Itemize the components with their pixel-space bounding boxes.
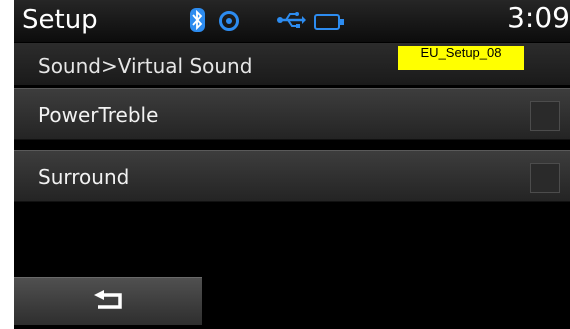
menu-item-surround[interactable]: Surround (14, 150, 570, 202)
menu-item-label: PowerTreble (38, 103, 159, 127)
powertreble-checkbox[interactable] (530, 101, 560, 131)
back-arrow-icon (92, 290, 126, 312)
bluetooth-icon (190, 8, 205, 32)
surround-checkbox[interactable] (530, 163, 560, 193)
back-button[interactable] (14, 277, 202, 325)
screen-title: Setup (22, 5, 98, 35)
usb-icon (276, 10, 306, 30)
breadcrumb: Sound>Virtual Sound (38, 54, 253, 78)
menu-item-powertreble[interactable]: PowerTreble (14, 88, 570, 140)
status-bar: Setup 3:09 (14, 0, 570, 42)
disc-icon (219, 11, 239, 31)
clock-time: 3:09 (507, 1, 570, 34)
code-tag: EU_Setup_08 (398, 46, 524, 70)
battery-icon (314, 14, 344, 30)
menu-item-label: Surround (38, 165, 130, 189)
